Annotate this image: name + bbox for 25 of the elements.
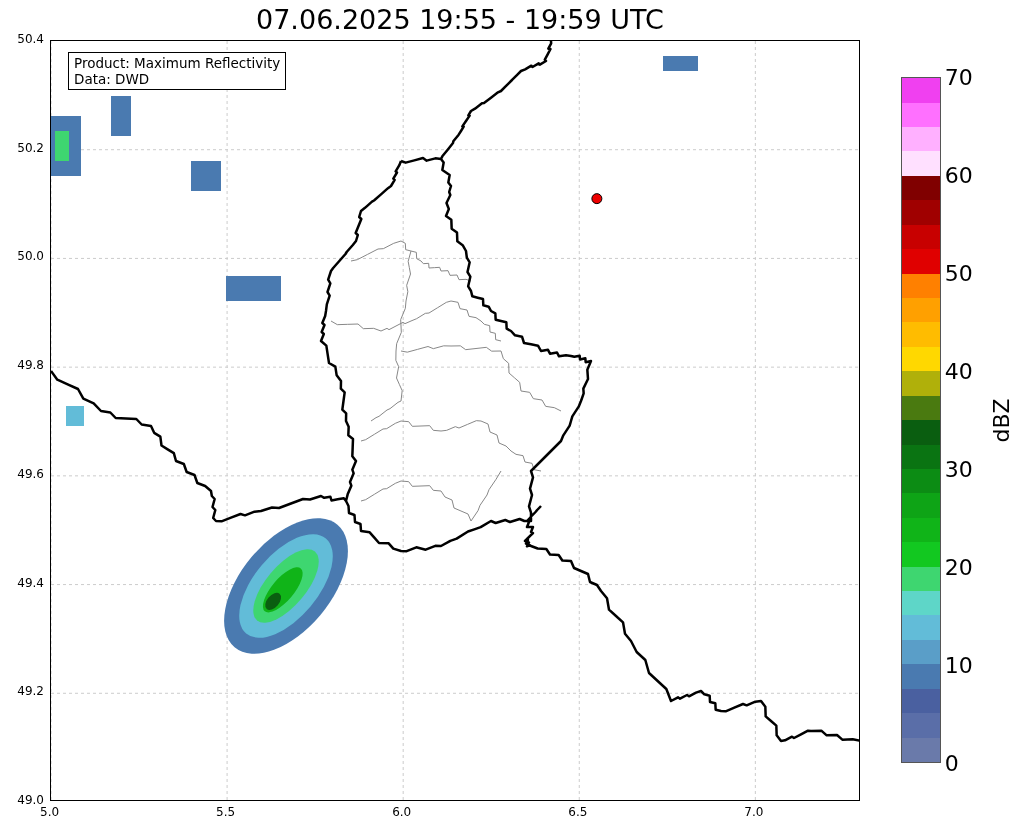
legend-text: Product: Maximum Reflectivity (74, 55, 281, 71)
colorbar-tick-label: 20 (944, 554, 973, 580)
x-tick-label: 6.5 (568, 805, 588, 819)
y-tick-label: 49.4 (17, 575, 44, 590)
y-tick-label: 49.6 (17, 466, 44, 481)
legend-text: Data: DWD (74, 71, 151, 87)
colorbar-tick-label: 30 (944, 456, 973, 482)
x-tick-label: 7.0 (744, 805, 764, 819)
x-tick-label: 5.0 (40, 805, 60, 819)
x-tick-label: 6.0 (392, 805, 412, 819)
y-tick-label: 49.8 (17, 358, 44, 373)
colorbar-tick-label: 40 (944, 358, 973, 384)
y-tick-label: 49.0 (17, 793, 44, 807)
chart-title: 07.06.2025 19:55 - 19:59 UTC (256, 5, 664, 35)
y-tick-label: 49.2 (17, 684, 44, 699)
x-tick-label: 5.5 (216, 805, 236, 819)
colorbar-tick-label: 50 (944, 260, 973, 286)
colorbar-tick-label: 60 (944, 162, 973, 188)
y-tick-label: 50.4 (17, 32, 44, 46)
colorbar-tick-label: 10 (944, 652, 973, 678)
y-tick-label: 50.2 (17, 140, 44, 155)
colorbar-tick-label: 0 (944, 750, 959, 776)
y-tick-label: 50.0 (17, 249, 44, 264)
colorbar-tick-label: 70 (944, 64, 973, 90)
colorbar-label: dBZ (988, 397, 1014, 443)
